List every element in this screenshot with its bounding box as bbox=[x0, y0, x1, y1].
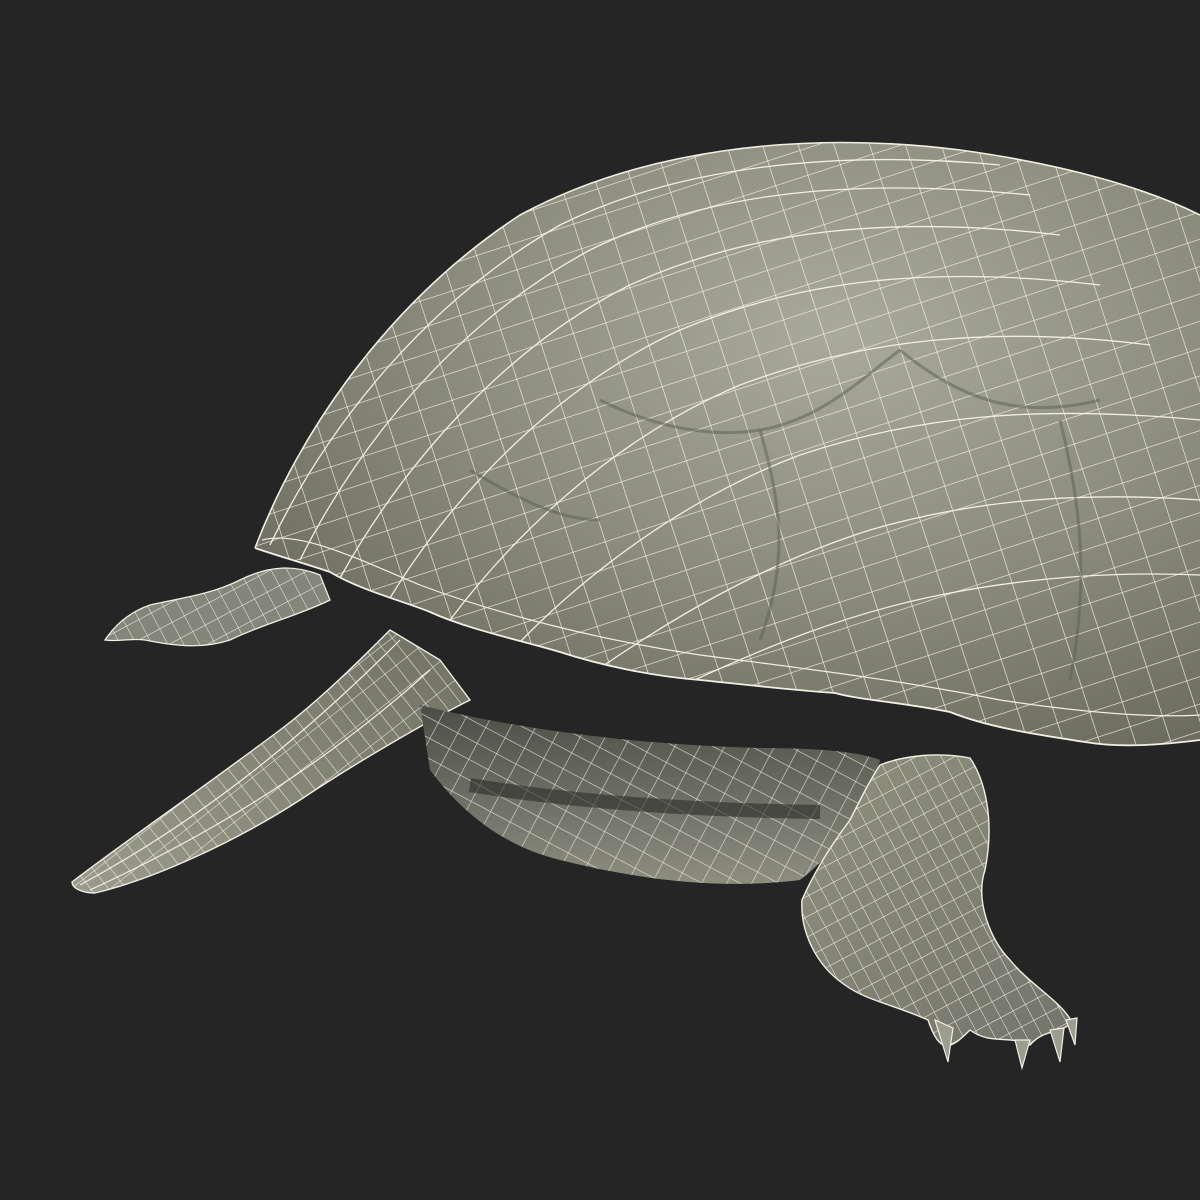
viewport bbox=[0, 0, 1200, 1200]
turtle-wireframe-render bbox=[0, 0, 1200, 1200]
